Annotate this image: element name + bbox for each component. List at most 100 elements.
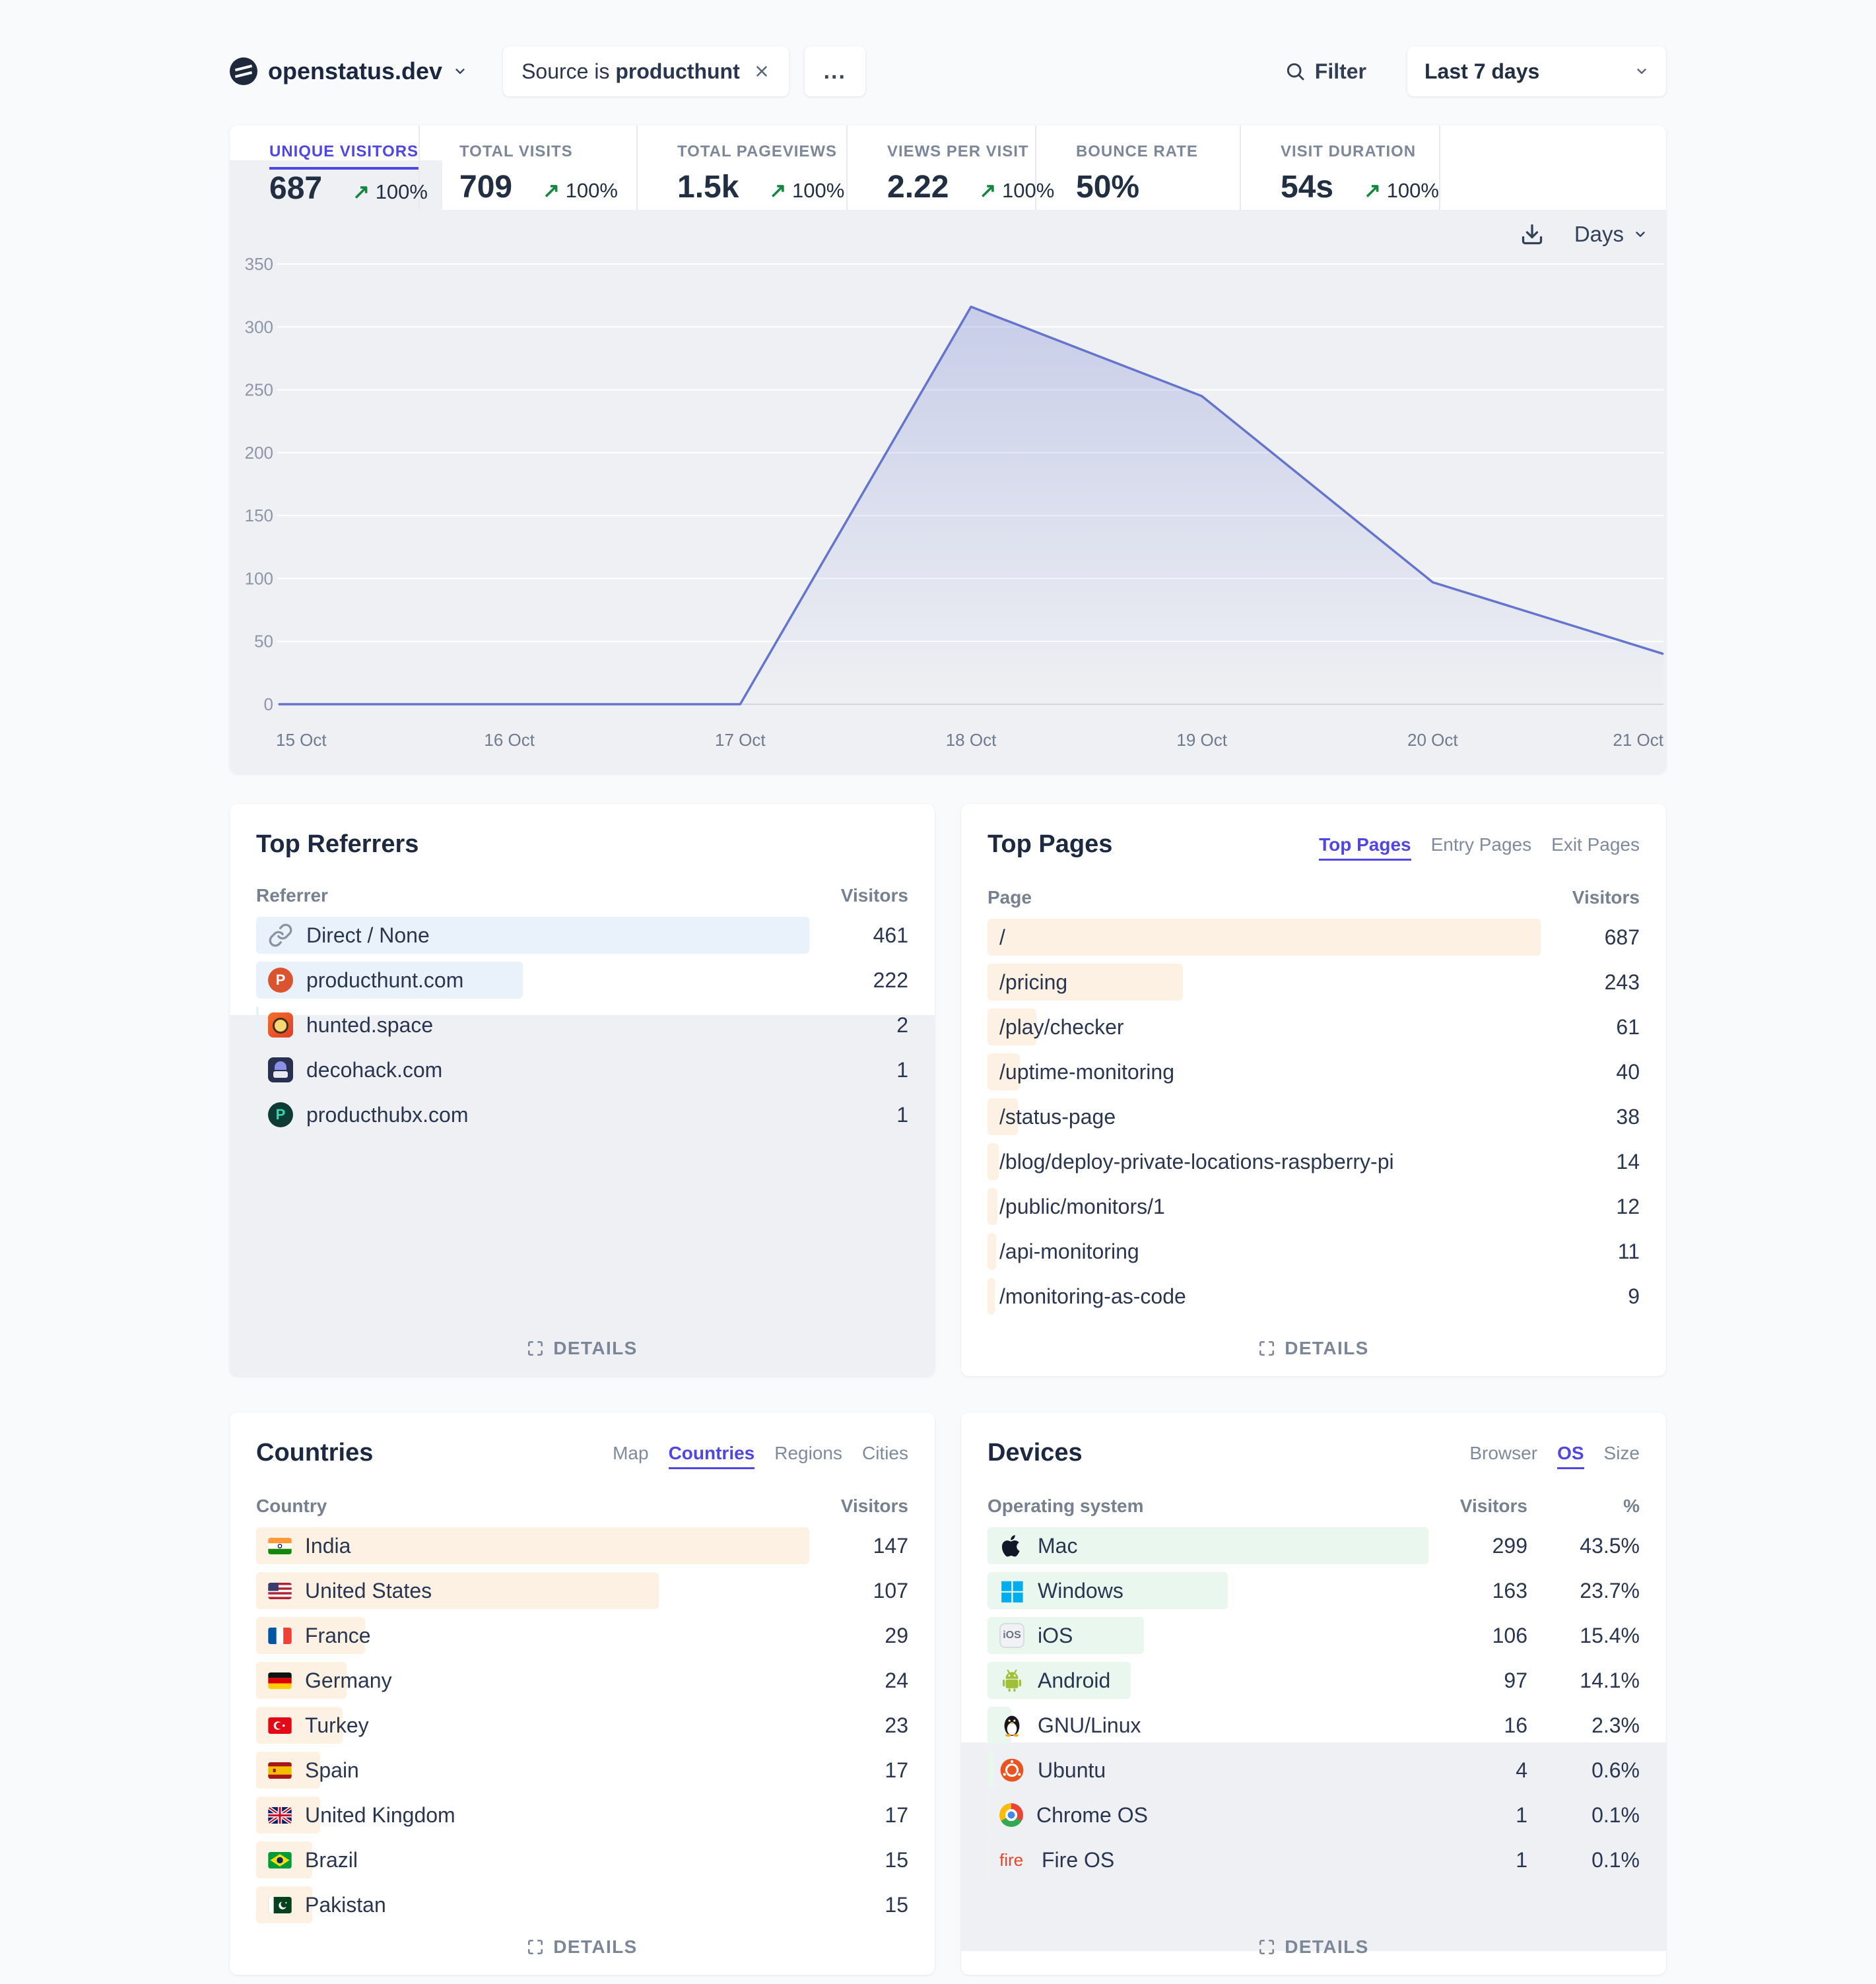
svg-text:20 Oct: 20 Oct [1407, 730, 1458, 750]
list-item[interactable]: hunted.space 2 [256, 1007, 908, 1043]
list-item[interactable]: decohack.com 1 [256, 1051, 908, 1088]
item-label: Pproducthubx.com [256, 1096, 809, 1133]
stat-visit-duration[interactable]: VISIT DURATION 54s ↗ 100% [1241, 125, 1440, 210]
list-item[interactable]: Brazil 15 [256, 1841, 908, 1878]
item-visitors: 9 [1541, 1284, 1640, 1309]
item-percent: 23.7% [1527, 1579, 1640, 1603]
filter-chip-source[interactable]: Source is producthunt [503, 46, 789, 96]
tab-countries[interactable]: Countries [669, 1443, 755, 1469]
arrow-up-icon: ↗ [769, 179, 786, 202]
item-visitors: 1 [809, 1103, 908, 1127]
item-label: Windows [988, 1572, 1428, 1609]
tab-size[interactable]: Size [1604, 1443, 1640, 1469]
tab-browser[interactable]: Browser [1469, 1443, 1537, 1469]
stat-views-per-visit[interactable]: VIEWS PER VISIT 2.22 ↗ 100% [848, 125, 1036, 210]
tab-regions[interactable]: Regions [774, 1443, 842, 1469]
stat-bounce-rate[interactable]: BOUNCE RATE 50% [1036, 125, 1241, 210]
list-item[interactable]: /status-page 38 [988, 1098, 1640, 1135]
stat-unique-visitors[interactable]: UNIQUE VISITORS 687 ↗ 100% [230, 125, 420, 210]
list-item[interactable]: Windows 16323.7% [988, 1572, 1640, 1609]
item-visitors: 687 [1541, 925, 1640, 950]
tab-exit-pages[interactable]: Exit Pages [1551, 834, 1640, 861]
tab-map[interactable]: Map [613, 1443, 648, 1469]
list-item[interactable]: United States 107 [256, 1572, 908, 1609]
list-item[interactable]: GNU/Linux 162.3% [988, 1707, 1640, 1744]
stat-change: ↗ 100% [352, 180, 428, 204]
list-item[interactable]: fireFire OS 10.1% [988, 1841, 1640, 1878]
item-visitors: 17 [809, 1758, 908, 1783]
hunted-space-icon [268, 1012, 293, 1038]
list-item[interactable]: Pproducthunt.com 222 [256, 962, 908, 999]
list-item[interactable]: Direct / None 461 [256, 917, 908, 954]
list-item[interactable]: /play/checker 61 [988, 1009, 1640, 1045]
item-visitors: 24 [809, 1669, 908, 1693]
item-label: /monitoring-as-code [988, 1278, 1541, 1315]
stat-value: 2.22 [887, 169, 949, 205]
arrow-up-icon: ↗ [979, 179, 996, 202]
stat-change: ↗ 100% [543, 179, 618, 203]
list-item[interactable]: United Kingdom 17 [256, 1797, 908, 1834]
stat-change: ↗ 100% [1364, 179, 1439, 203]
list-item[interactable]: France 29 [256, 1617, 908, 1654]
item-label: /blog/deploy-private-locations-raspberry… [988, 1143, 1541, 1180]
svg-text:300: 300 [245, 317, 273, 337]
stat-total-visits[interactable]: TOTAL VISITS 709 ↗ 100% [420, 125, 638, 210]
windows-icon [999, 1578, 1024, 1603]
column-headers: Operating system Visitors% [961, 1469, 1666, 1527]
countries-card: Countries Map Countries Regions Cities Coun… [230, 1412, 935, 1975]
list-item[interactable]: Pakistan 15 [256, 1886, 908, 1923]
details-button[interactable]: DETAILS [230, 1338, 935, 1359]
top-pages-card: Top Pages Top PagesEntry PagesExit Pages… [961, 804, 1666, 1376]
close-icon[interactable] [753, 63, 770, 80]
column-headers: Country Visitors [230, 1469, 935, 1527]
item-label: decohack.com [256, 1051, 809, 1088]
list-item[interactable]: /monitoring-as-code 9 [988, 1278, 1640, 1315]
list-item[interactable]: India 147 [256, 1527, 908, 1564]
more-filters-button[interactable]: ... [805, 46, 865, 96]
tab-cities[interactable]: Cities [862, 1443, 908, 1469]
list-item[interactable]: /api-monitoring 11 [988, 1233, 1640, 1270]
list-item[interactable]: /pricing 243 [988, 964, 1640, 1001]
list-item[interactable]: Android 9714.1% [988, 1662, 1640, 1699]
item-label: Spain [256, 1752, 809, 1789]
item-visitors: 1 [1428, 1848, 1527, 1872]
item-label: Turkey [256, 1707, 809, 1744]
list-item[interactable]: Chrome OS 10.1% [988, 1797, 1640, 1834]
details-button[interactable]: DETAILS [961, 1338, 1666, 1359]
date-range-select[interactable]: Last 7 days [1407, 46, 1666, 96]
stat-label: TOTAL VISITS [459, 143, 573, 161]
stat-total-pageviews[interactable]: TOTAL PAGEVIEWS 1.5k ↗ 100% [638, 125, 848, 210]
list-item[interactable]: Ubuntu 40.6% [988, 1752, 1640, 1789]
expand-corners-icon [527, 1340, 544, 1357]
arrow-up-icon: ↗ [1364, 179, 1381, 202]
tab-entry-pages[interactable]: Entry Pages [1431, 834, 1532, 861]
svg-text:21 Oct: 21 Oct [1613, 730, 1663, 750]
list-item[interactable]: Turkey 23 [256, 1707, 908, 1744]
list-item[interactable]: /public/monitors/1 12 [988, 1188, 1640, 1225]
filter-button[interactable]: Filter [1285, 59, 1366, 84]
apple-icon [999, 1533, 1024, 1558]
details-button[interactable]: DETAILS [230, 1936, 935, 1958]
item-label: Direct / None [256, 917, 809, 954]
tab-os[interactable]: OS [1557, 1443, 1584, 1469]
list-item[interactable]: Germany 24 [256, 1662, 908, 1699]
list-item[interactable]: Mac 29943.5% [988, 1527, 1640, 1564]
list-item[interactable]: iOSiOS 10615.4% [988, 1617, 1640, 1654]
list-item[interactable]: Pproducthubx.com 1 [256, 1096, 908, 1133]
list-item[interactable]: /blog/deploy-private-locations-raspberry… [988, 1143, 1640, 1180]
tab-top-pages[interactable]: Top Pages [1319, 834, 1411, 861]
site-selector[interactable]: openstatus.dev [230, 57, 467, 85]
search-icon [1285, 61, 1306, 82]
stat-label: BOUNCE RATE [1076, 143, 1198, 161]
item-visitors: 243 [1541, 970, 1640, 995]
card-tabs: Map Countries Regions Cities [613, 1443, 908, 1469]
list-item[interactable]: Spain 17 [256, 1752, 908, 1789]
details-button[interactable]: DETAILS [961, 1936, 1666, 1958]
column-headers: Referrer Visitors [230, 859, 935, 917]
stat-value: 1.5k [677, 169, 739, 205]
item-visitors: 29 [809, 1624, 908, 1648]
download-icon[interactable] [1520, 222, 1544, 246]
list-item[interactable]: /uptime-monitoring 40 [988, 1053, 1640, 1090]
list-item[interactable]: / 687 [988, 919, 1640, 956]
interval-select[interactable]: Days [1574, 222, 1648, 247]
